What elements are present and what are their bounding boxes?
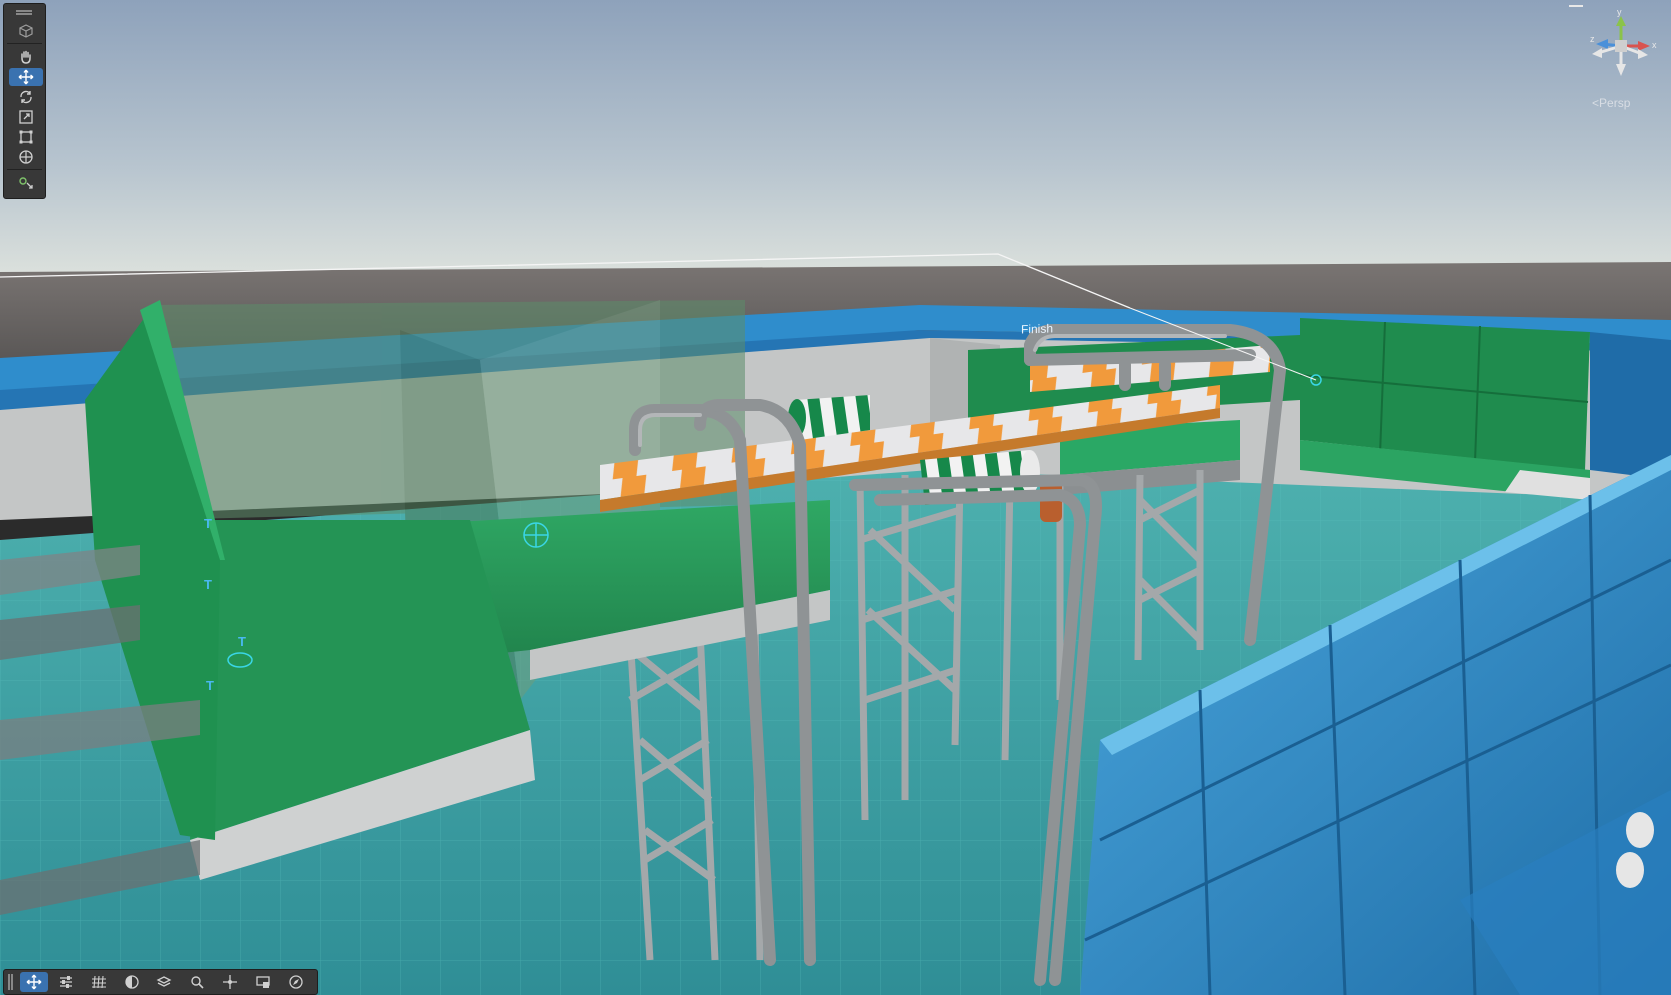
chevron-left-icon: < [1592, 96, 1600, 110]
search-icon [191, 976, 204, 989]
scale-icon [19, 110, 33, 124]
green-wall-back[interactable] [1299, 318, 1590, 500]
transform-icon [19, 150, 33, 164]
rect-icon [19, 130, 33, 144]
custom-tool-icon [19, 177, 33, 189]
orientation-gizmo[interactable]: y x z [1580, 6, 1662, 86]
axis-label-z: z [1590, 34, 1595, 44]
rect-tool[interactable] [9, 128, 43, 146]
tools-panel [3, 3, 46, 199]
axis-label-y: y [1617, 7, 1622, 17]
move-gizmo-button[interactable] [20, 972, 48, 992]
hand-icon [21, 50, 31, 64]
pivot-button[interactable] [52, 972, 80, 992]
hand-tool[interactable] [9, 48, 43, 66]
move-arrows-icon [18, 69, 34, 85]
cube-icon [19, 24, 33, 38]
gizmos-button[interactable] [282, 972, 310, 992]
view-tool[interactable] [9, 22, 43, 40]
sliders-icon [60, 976, 72, 988]
compass-icon [289, 975, 303, 989]
axis-label-x: x [1652, 40, 1657, 50]
scene-render[interactable]: T T T T [0, 0, 1671, 995]
transform-tool[interactable] [9, 148, 43, 166]
svg-text:T: T [204, 577, 212, 592]
move-tool[interactable] [9, 68, 43, 86]
projection-toggle[interactable]: <Persp [1592, 96, 1630, 110]
rotate-tool[interactable] [9, 88, 43, 106]
snap-button[interactable] [216, 972, 244, 992]
projection-label: Persp [1599, 96, 1631, 110]
svg-text:T: T [204, 516, 212, 531]
shading-button[interactable] [118, 972, 146, 992]
sphere-icon [125, 975, 139, 989]
layers-icon [156, 976, 172, 987]
svg-text:T: T [206, 678, 214, 693]
grid-icon [92, 975, 106, 989]
svg-text:T: T [238, 634, 246, 649]
scale-tool[interactable] [9, 108, 43, 126]
layers-button[interactable] [150, 972, 178, 992]
rotate-icon [20, 90, 32, 104]
move-arrows-icon [26, 974, 42, 990]
display-icon [256, 976, 270, 988]
overlay-toolbar [3, 969, 318, 995]
snap-icon [223, 975, 237, 989]
panel-grip[interactable] [16, 10, 32, 12]
scene-view[interactable]: T T T T Finish y x z <Persp [0, 0, 1671, 995]
grid-button[interactable] [85, 972, 113, 992]
search-button[interactable] [183, 972, 211, 992]
custom-tool[interactable] [9, 174, 43, 192]
toolbar-grip[interactable] [8, 974, 10, 990]
display-button[interactable] [249, 972, 277, 992]
finish-label: Finish [1021, 321, 1054, 337]
